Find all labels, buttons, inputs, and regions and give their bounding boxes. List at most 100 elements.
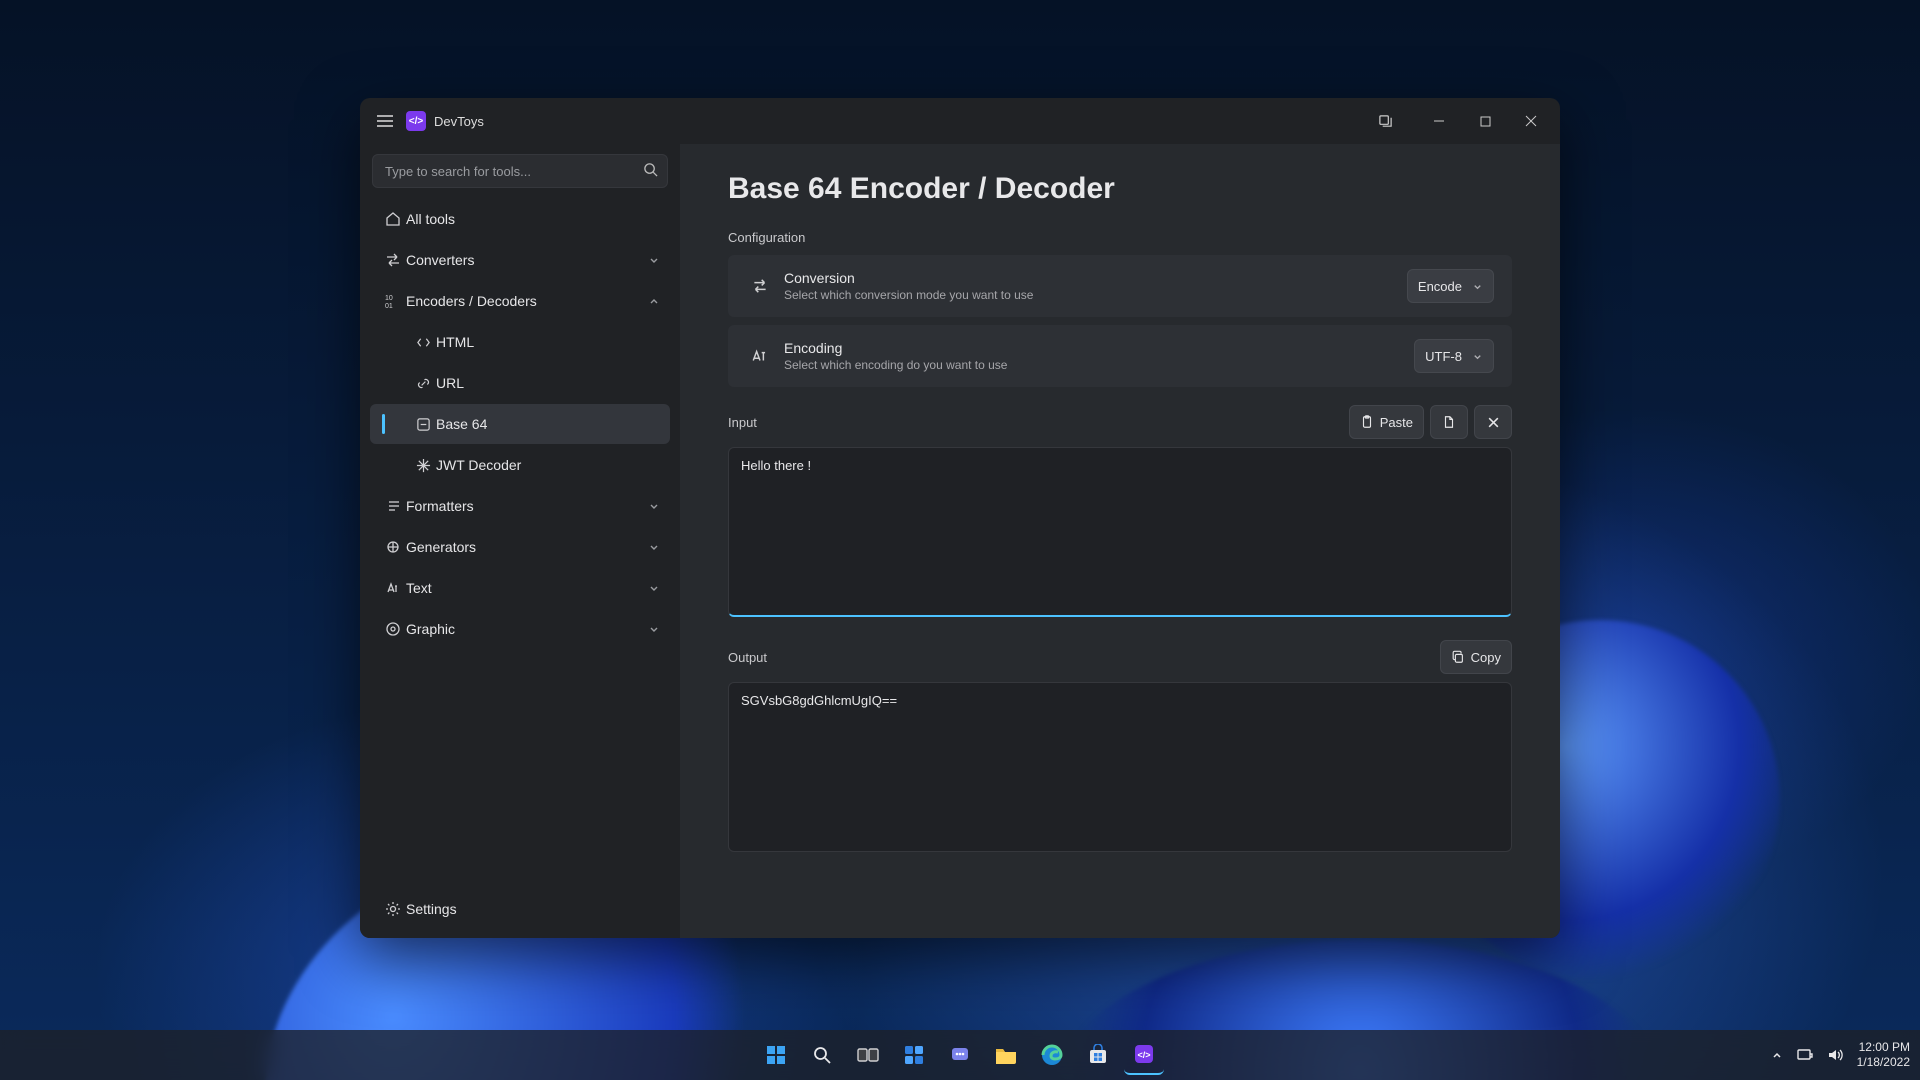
link-icon xyxy=(410,376,436,391)
swap-icon xyxy=(746,277,774,295)
input-label: Input xyxy=(728,415,757,430)
taskview-icon xyxy=(857,1046,879,1064)
binary-icon: 1001 xyxy=(380,293,406,309)
devtoys-icon: </> xyxy=(1133,1043,1155,1065)
close-button[interactable] xyxy=(1508,104,1554,138)
app-logo-icon: </> xyxy=(406,111,426,131)
clear-button[interactable] xyxy=(1474,405,1512,439)
wifi-icon xyxy=(1797,1048,1813,1062)
conversion-dropdown[interactable]: Encode xyxy=(1407,269,1494,303)
output-label: Output xyxy=(728,650,767,665)
sidebar-item-label: Converters xyxy=(406,252,474,268)
taskbar-store[interactable] xyxy=(1078,1035,1118,1075)
tray-time: 12:00 PM xyxy=(1857,1040,1910,1055)
text-icon xyxy=(380,580,406,596)
tray-clock[interactable]: 12:00 PM 1/18/2022 xyxy=(1857,1040,1910,1070)
conversion-row: Conversion Select which conversion mode … xyxy=(728,255,1512,317)
encoding-dropdown[interactable]: UTF-8 xyxy=(1414,339,1494,373)
output-header: Output Copy xyxy=(728,640,1512,674)
sidebar-item-label: Generators xyxy=(406,539,476,555)
pin-button[interactable] xyxy=(1362,104,1408,138)
taskbar-start[interactable] xyxy=(756,1035,796,1075)
chat-icon xyxy=(949,1044,971,1066)
hamburger-button[interactable] xyxy=(368,104,402,138)
system-tray: 12:00 PM 1/18/2022 xyxy=(1771,1040,1910,1070)
conversion-title: Conversion xyxy=(784,270,1033,286)
paste-button[interactable]: Paste xyxy=(1349,405,1424,439)
search-container xyxy=(372,154,668,188)
output-textarea[interactable] xyxy=(728,682,1512,852)
sidebar-item-html[interactable]: HTML xyxy=(370,322,670,362)
list-icon xyxy=(380,498,406,514)
chevron-down-icon xyxy=(648,500,660,512)
sidebar-item-label: URL xyxy=(436,375,464,391)
chevron-down-icon xyxy=(648,254,660,266)
copy-label: Copy xyxy=(1471,650,1501,665)
taskbar-widgets[interactable] xyxy=(894,1035,934,1075)
sidebar-item-label: HTML xyxy=(436,334,474,350)
taskbar-explorer[interactable] xyxy=(986,1035,1026,1075)
sidebar-item-formatters[interactable]: Formatters xyxy=(370,486,670,526)
folder-icon xyxy=(994,1045,1018,1065)
sidebar-item-url[interactable]: URL xyxy=(370,363,670,403)
sidebar-item-converters[interactable]: Converters xyxy=(370,240,670,280)
chevron-up-icon xyxy=(1771,1049,1783,1061)
code-icon xyxy=(410,335,436,350)
sidebar-item-encoders[interactable]: 1001 Encoders / Decoders xyxy=(370,281,670,321)
copy-button[interactable]: Copy xyxy=(1440,640,1512,674)
image-icon xyxy=(380,621,406,637)
chevron-up-icon xyxy=(648,295,660,307)
sidebar-item-label: All tools xyxy=(406,211,455,227)
search-input[interactable] xyxy=(372,154,668,188)
input-header: Input Paste xyxy=(728,405,1512,439)
chevron-down-icon xyxy=(648,623,660,635)
maximize-icon xyxy=(1480,116,1491,127)
maximize-button[interactable] xyxy=(1462,104,1508,138)
taskbar-taskview[interactable] xyxy=(848,1035,888,1075)
sidebar-item-label: Base 64 xyxy=(436,416,487,432)
sidebar-item-label: JWT Decoder xyxy=(436,457,521,473)
jwt-icon xyxy=(410,458,436,473)
chevron-down-icon xyxy=(1472,281,1483,292)
chevron-down-icon xyxy=(648,541,660,553)
svg-text:01: 01 xyxy=(385,303,393,309)
encoding-row: Encoding Select which encoding do you wa… xyxy=(728,325,1512,387)
open-file-button[interactable] xyxy=(1430,405,1468,439)
taskbar-devtoys[interactable]: </> xyxy=(1124,1035,1164,1075)
input-textarea[interactable] xyxy=(728,447,1512,617)
sidebar-item-text[interactable]: Text xyxy=(370,568,670,608)
taskbar-edge[interactable] xyxy=(1032,1035,1072,1075)
dropdown-value: Encode xyxy=(1418,279,1462,294)
encoding-title: Encoding xyxy=(784,340,1007,356)
sidebar-item-generators[interactable]: Generators xyxy=(370,527,670,567)
minimize-button[interactable] xyxy=(1416,104,1462,138)
taskbar: </> 12:00 PM 1/18/2022 xyxy=(0,1030,1920,1080)
devtoys-window: </> DevToys xyxy=(360,98,1560,938)
minimize-icon xyxy=(1433,115,1445,127)
sparkle-icon xyxy=(380,539,406,555)
base64-icon xyxy=(410,417,436,432)
taskbar-chat[interactable] xyxy=(940,1035,980,1075)
sidebar-item-label: Encoders / Decoders xyxy=(406,293,537,309)
hamburger-icon xyxy=(377,115,393,127)
copy-icon xyxy=(1451,650,1465,664)
edge-icon xyxy=(1041,1044,1063,1066)
tray-overflow[interactable] xyxy=(1771,1049,1783,1061)
encoding-subtitle: Select which encoding do you want to use xyxy=(784,358,1007,372)
x-icon xyxy=(1487,416,1500,429)
conversion-subtitle: Select which conversion mode you want to… xyxy=(784,288,1033,302)
taskbar-search[interactable] xyxy=(802,1035,842,1075)
tray-network[interactable] xyxy=(1797,1048,1813,1062)
content: Base 64 Encoder / Decoder Configuration … xyxy=(680,144,1560,938)
sidebar-item-base64[interactable]: Base 64 xyxy=(370,404,670,444)
gear-icon xyxy=(380,901,406,917)
sidebar-item-label: Formatters xyxy=(406,498,474,514)
sidebar-item-graphic[interactable]: Graphic xyxy=(370,609,670,649)
text-icon xyxy=(746,347,774,365)
sidebar-item-jwt[interactable]: JWT Decoder xyxy=(370,445,670,485)
sidebar-item-label: Text xyxy=(406,580,432,596)
sidebar-item-all-tools[interactable]: All tools xyxy=(370,199,670,239)
windows-icon xyxy=(765,1044,787,1066)
sidebar-item-settings[interactable]: Settings xyxy=(370,889,670,929)
tray-volume[interactable] xyxy=(1827,1048,1843,1062)
